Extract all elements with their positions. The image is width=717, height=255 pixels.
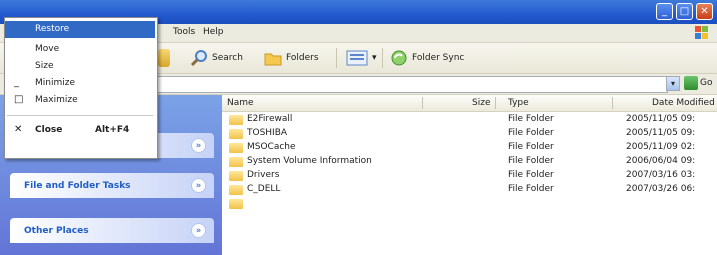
file-list: Name Size Type Date Modified E2Firewall … — [222, 95, 717, 255]
folder-sync-label: Folder Sync — [412, 53, 465, 63]
menu-item-label: Close — [35, 125, 63, 135]
folders-label: Folders — [286, 53, 319, 63]
folders-icon — [264, 53, 282, 66]
folder-icon — [229, 171, 243, 181]
file-date: 2007/03/26 06: — [626, 184, 696, 194]
search-icon — [190, 50, 207, 67]
panel-label: Other Places — [24, 225, 89, 236]
column-type[interactable]: Type — [508, 98, 529, 108]
panel-other-places[interactable]: Other Places » — [10, 218, 214, 243]
file-type: File Folder — [508, 128, 554, 138]
expand-chevron-icon[interactable]: » — [191, 223, 206, 238]
toolbar-separator — [336, 48, 337, 68]
menu-item-move[interactable]: Move — [5, 41, 155, 58]
file-date: 2007/03/16 03: — [626, 170, 696, 180]
system-menu: Restore Move Size _ Minimize □ Maximize … — [4, 17, 158, 159]
collapse-chevron-icon[interactable]: » — [191, 138, 206, 153]
panel-file-and-folder-tasks[interactable]: File and Folder Tasks » — [10, 173, 214, 198]
file-name: TOSHIBA — [247, 128, 288, 138]
file-row[interactable]: MSOCache File Folder 2005/11/09 02: — [222, 141, 717, 155]
folder-icon — [229, 129, 243, 139]
folder-icon — [229, 185, 243, 195]
file-name: System Volume Information — [247, 156, 372, 166]
windows-logo-icon — [695, 26, 708, 39]
file-row[interactable]: E2Firewall File Folder 2005/11/05 09: — [222, 113, 717, 127]
menu-item-label: Size — [35, 61, 54, 71]
file-date: 2005/11/09 02: — [626, 142, 696, 152]
file-row[interactable] — [222, 197, 717, 211]
search-label: Search — [212, 53, 243, 63]
file-date: 2005/11/05 09: — [626, 114, 696, 124]
folder-sync-button[interactable]: Folder Sync — [390, 49, 464, 67]
folder-icon — [229, 115, 243, 125]
close-icon: ✕ — [14, 124, 23, 135]
file-name: MSOCache — [247, 142, 296, 152]
file-date: 2005/11/05 09: — [626, 128, 696, 138]
panel-label: File and Folder Tasks — [24, 180, 131, 191]
menu-item-label: Maximize — [35, 95, 78, 105]
column-date-modified[interactable]: Date Modified — [652, 98, 715, 108]
file-row[interactable]: C_DELL File Folder 2007/03/26 06: — [222, 183, 717, 197]
column-divider[interactable] — [612, 97, 613, 109]
menu-item-shortcut: Alt+F4 — [95, 125, 130, 135]
column-divider[interactable] — [495, 97, 496, 109]
views-button[interactable]: ▾ — [346, 49, 377, 67]
go-button[interactable]: Go — [684, 76, 712, 90]
column-name[interactable]: Name — [227, 98, 254, 108]
file-row[interactable]: TOSHIBA File Folder 2005/11/05 09: — [222, 127, 717, 141]
address-dropdown-button[interactable]: ▾ — [666, 76, 680, 91]
minimize-button[interactable]: _ — [656, 3, 673, 20]
go-label: Go — [700, 78, 713, 88]
folders-button[interactable]: Folders — [264, 49, 319, 67]
column-header: Name Size Type Date Modified — [222, 95, 717, 112]
menu-item-label: Move — [35, 44, 60, 54]
maximize-button[interactable]: □ — [676, 3, 693, 20]
folder-icon — [229, 143, 243, 153]
file-row[interactable]: Drivers File Folder 2007/03/16 03: — [222, 169, 717, 183]
menu-item-size[interactable]: Size — [5, 58, 155, 75]
close-button[interactable]: ✕ — [696, 3, 713, 20]
file-name: E2Firewall — [247, 114, 293, 124]
maximize-icon: □ — [14, 94, 24, 105]
file-type: File Folder — [508, 170, 554, 180]
window-controls: _ □ ✕ — [656, 3, 713, 20]
menu-item-maximize[interactable]: □ Maximize — [5, 92, 155, 109]
file-date: 2006/06/04 09: — [626, 156, 696, 166]
up-folder-button[interactable] — [158, 49, 170, 67]
menu-tools[interactable]: Tools — [173, 27, 195, 37]
file-type: File Folder — [508, 114, 554, 124]
views-icon — [346, 50, 368, 66]
go-arrow-icon — [684, 76, 698, 90]
menu-separator — [7, 115, 153, 116]
toolbar-separator — [382, 48, 383, 68]
column-divider[interactable] — [422, 97, 423, 109]
folder-sync-icon — [391, 50, 407, 66]
file-type: File Folder — [508, 184, 554, 194]
folder-icon — [229, 157, 243, 167]
menu-item-label: Minimize — [35, 78, 75, 88]
menu-item-minimize[interactable]: _ Minimize — [5, 75, 155, 92]
file-name: Drivers — [247, 170, 280, 180]
minimize-icon: _ — [14, 77, 19, 88]
expand-chevron-icon[interactable]: » — [191, 178, 206, 193]
up-folder-icon — [158, 49, 170, 67]
column-size[interactable]: Size — [472, 98, 490, 108]
file-type: File Folder — [508, 156, 554, 166]
search-button[interactable]: Search — [190, 49, 243, 67]
file-name: C_DELL — [247, 184, 281, 194]
file-type: File Folder — [508, 142, 554, 152]
views-dropdown-arrow: ▾ — [372, 53, 377, 63]
folder-icon — [229, 199, 243, 209]
menu-help[interactable]: Help — [203, 27, 224, 37]
menu-item-label: Restore — [35, 24, 70, 34]
menu-item-close[interactable]: ✕ Close Alt+F4 — [5, 122, 155, 139]
file-row[interactable]: System Volume Information File Folder 20… — [222, 155, 717, 169]
menu-item-restore[interactable]: Restore — [5, 21, 155, 38]
